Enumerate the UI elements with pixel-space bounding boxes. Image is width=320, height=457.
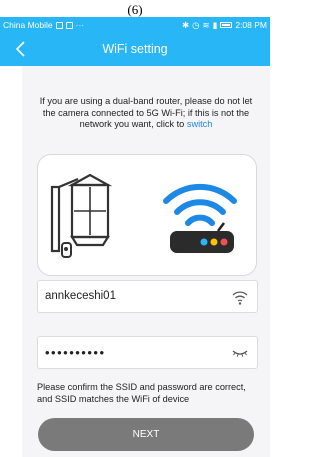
carrier-name: China Mobile: [3, 20, 53, 30]
ssid-value[interactable]: annkeceshi01: [45, 281, 116, 312]
more-notifications-icon: ···: [75, 20, 85, 30]
page-title: WiFi setting: [102, 42, 168, 56]
switch-link[interactable]: switch: [187, 119, 213, 129]
wifi-icon[interactable]: [231, 288, 249, 306]
image-icon: [65, 21, 73, 29]
alarm-icon: ◷: [192, 19, 200, 30]
back-button[interactable]: [10, 38, 32, 60]
password-field[interactable]: ••••••••••: [37, 336, 258, 369]
chevron-left-icon: [15, 41, 25, 57]
instructions-text: If you are using a dual-band router, ple…: [39, 96, 253, 129]
camera-lantern-icon: [50, 173, 113, 258]
status-bar: China Mobile ··· ✱ ◷ ≋ ▮ 2:08 PM: [0, 17, 270, 33]
status-left: China Mobile ···: [3, 20, 84, 30]
cell-signal-icon: ▮: [212, 19, 218, 30]
main-content: If you are using a dual-band router, ple…: [22, 66, 270, 457]
eye-closed-icon[interactable]: [231, 344, 249, 362]
password-value[interactable]: ••••••••••: [45, 337, 106, 368]
setup-illustration: [37, 154, 257, 276]
next-button[interactable]: NEXT: [38, 418, 254, 451]
app-bar: WiFi setting: [0, 33, 270, 66]
notification-icon: [55, 21, 63, 29]
status-right: ✱ ◷ ≋ ▮ 2:08 PM: [182, 20, 267, 31]
wifi-signal-icon: ≋: [202, 19, 210, 30]
bluetooth-icon: ✱: [181, 19, 190, 30]
wifi-router-icon: [163, 183, 237, 253]
confirm-message: Please confirm the SSID and password are…: [37, 382, 246, 404]
ssid-field[interactable]: annkeceshi01: [37, 280, 258, 313]
clock: 2:08 PM: [235, 20, 267, 30]
dual-band-instructions: If you are using a dual-band router, ple…: [22, 96, 270, 131]
battery-icon: [220, 22, 233, 28]
